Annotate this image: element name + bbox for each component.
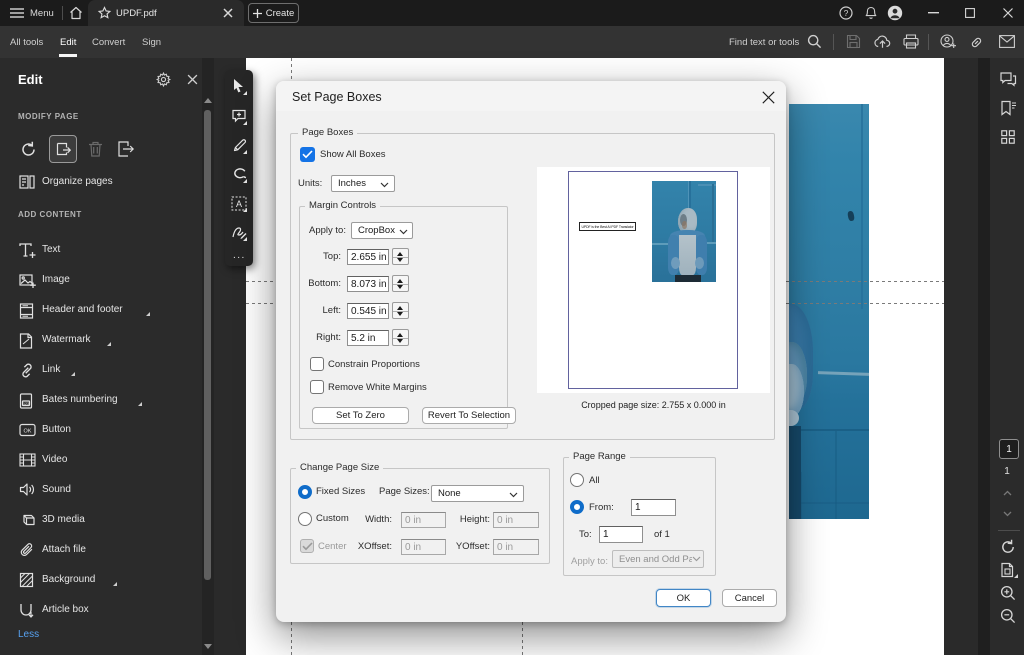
svg-text:OK: OK [24,429,32,435]
svg-text:A: A [236,199,242,209]
svg-text:?: ? [844,8,849,18]
svg-text:123: 123 [23,402,29,406]
